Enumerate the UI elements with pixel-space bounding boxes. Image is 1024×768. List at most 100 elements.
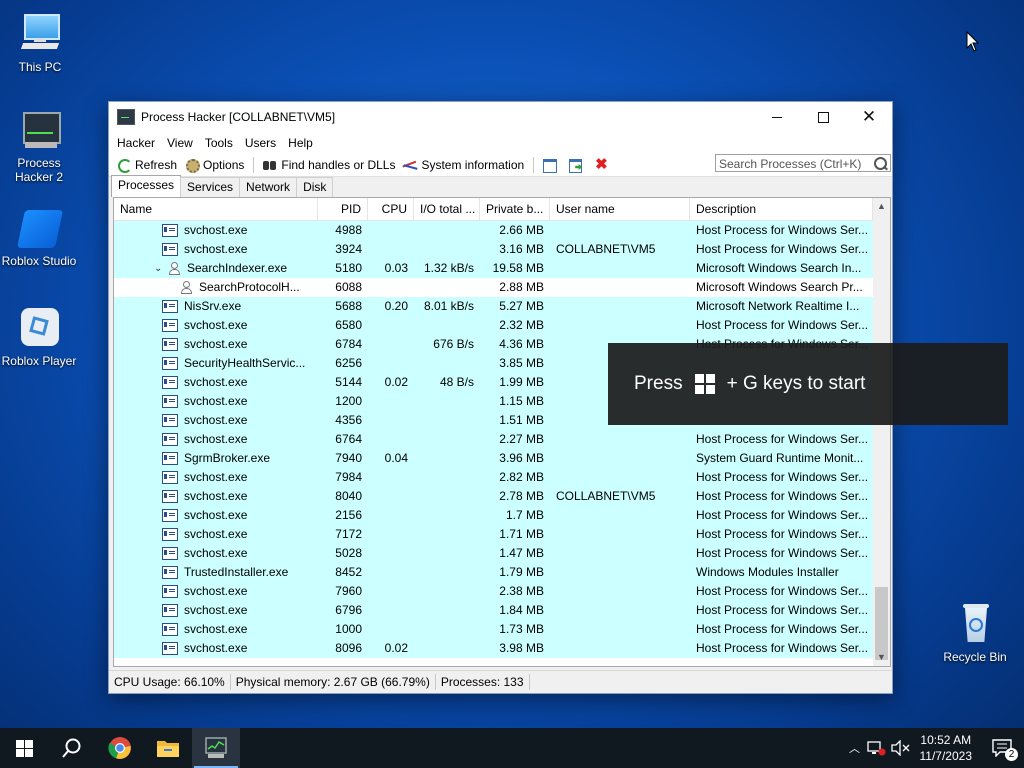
search-processes-input[interactable]: Search Processes (Ctrl+K) (715, 154, 891, 172)
column-description[interactable]: Description (690, 198, 873, 220)
process-row[interactable]: svchost.exe 6764 2.27 MB Host Process for W… (114, 430, 873, 449)
column-pid[interactable]: PID (318, 198, 368, 220)
process-user-name (550, 563, 690, 582)
column-user-name[interactable]: User name (550, 198, 690, 220)
find-handles-button[interactable]: Find handles or DLLs (259, 155, 399, 175)
process-icon (162, 604, 178, 617)
process-private-bytes: 2.88 MB (499, 280, 544, 294)
process-user-name (550, 468, 690, 487)
column-name[interactable]: Name (114, 198, 318, 220)
terminate-button[interactable]: ✖ (591, 155, 617, 175)
refresh-button[interactable]: Refresh (113, 155, 181, 175)
process-name-cell: SgrmBroker.exe (114, 449, 318, 468)
process-row[interactable]: NisSrv.exe 5688 0.20 8.01 kB/s 5.27 MB Micros… (114, 297, 873, 316)
process-cpu (368, 278, 414, 297)
process-pid: 7984 (335, 470, 362, 484)
volume-muted-icon[interactable] (890, 740, 912, 756)
process-row[interactable]: svchost.exe 6580 2.32 MB Host Process for W… (114, 316, 873, 335)
tab-services[interactable]: Services (180, 177, 241, 197)
process-cpu (368, 335, 414, 354)
process-icon (162, 509, 178, 522)
scroll-up-arrow-icon[interactable]: ▲ (873, 198, 890, 215)
process-row[interactable]: svchost.exe 4988 2.66 MB Host Process for W… (114, 221, 873, 240)
process-row[interactable]: svchost.exe 7960 2.38 MB Host Process for W… (114, 582, 873, 601)
close-button[interactable]: ✕ (846, 102, 892, 132)
column-io-total[interactable]: I/O total ... (414, 198, 480, 220)
process-row[interactable]: SearchProtocolH... 6088 2.88 MB Microsoft W… (114, 278, 873, 297)
process-row[interactable]: svchost.exe 7984 2.82 MB Host Process for W… (114, 468, 873, 487)
start-button[interactable] (0, 728, 48, 768)
system-information-button[interactable]: System information (399, 155, 528, 175)
process-name: svchost.exe (184, 584, 248, 598)
vertical-scrollbar[interactable]: ▲ ▼ (873, 198, 890, 666)
process-row[interactable]: svchost.exe 2156 1.7 MB Host Process for Wi… (114, 506, 873, 525)
process-io-total (414, 392, 480, 411)
process-row[interactable]: ⌄ SearchIndexer.exe 5180 0.03 1.32 kB/s 19.58… (114, 259, 873, 278)
tab-processes[interactable]: Processes (111, 175, 182, 197)
maximize-button[interactable] (800, 102, 846, 132)
process-row[interactable]: svchost.exe 8040 2.78 MB COLLABNET\VM5 Host … (114, 487, 873, 506)
taskbar-process-hacker[interactable] (192, 728, 240, 768)
desktop-icon-label: Roblox Studio (1, 254, 77, 268)
process-cpu (368, 354, 414, 373)
desktop-icon-roblox-player[interactable]: Roblox Player (0, 306, 79, 368)
network-icon[interactable] (866, 740, 886, 756)
title-bar[interactable]: Process Hacker [COLLABNET\VM5] ✕ (109, 102, 892, 132)
desktop-icon-label: This PC (18, 60, 62, 74)
clock[interactable]: 10:52 AM 11/7/2023 (912, 732, 981, 764)
scroll-down-arrow-icon[interactable]: ▼ (873, 649, 890, 666)
roblox-studio-icon (16, 206, 64, 250)
action-center-button[interactable]: 2 (980, 728, 1024, 768)
options-button[interactable]: Options (181, 155, 248, 175)
show-hidden-icons-chevron-icon[interactable]: ︿ (844, 740, 866, 756)
process-row[interactable]: TrustedInstaller.exe 8452 1.79 MB Windows M… (114, 563, 873, 582)
process-icon (162, 623, 178, 636)
process-row[interactable]: svchost.exe 5028 1.47 MB Host Process for W… (114, 544, 873, 563)
column-private-bytes[interactable]: Private b... (480, 198, 550, 220)
process-pid: 4988 (335, 223, 362, 237)
process-row[interactable]: svchost.exe 6796 1.84 MB Host Process for W… (114, 601, 873, 620)
menu-help[interactable]: Help (282, 136, 319, 150)
process-private-bytes: 5.27 MB (499, 299, 544, 313)
process-pid: 2156 (335, 508, 362, 522)
search-button[interactable] (48, 728, 96, 768)
window-go-button[interactable] (565, 155, 591, 175)
menu-users[interactable]: Users (239, 136, 282, 150)
window-view-button[interactable] (539, 155, 565, 175)
process-name: svchost.exe (184, 223, 248, 237)
process-row[interactable]: svchost.exe 8096 0.02 3.98 MB Host Process f… (114, 639, 873, 658)
desktop-icon-process-hacker[interactable]: Process Hacker 2 (0, 108, 79, 184)
process-user-name: COLLABNET\VM5 (556, 242, 656, 256)
expand-chevron-icon[interactable]: ⌄ (154, 259, 164, 278)
tab-network[interactable]: Network (239, 177, 298, 197)
menu-tools[interactable]: Tools (199, 136, 239, 150)
menu-hacker[interactable]: Hacker (111, 136, 161, 150)
windows-start-icon (15, 739, 33, 757)
desktop-icon-recycle-bin[interactable]: Recycle Bin (935, 602, 1015, 664)
process-row[interactable]: svchost.exe 1000 1.73 MB Host Process for W… (114, 620, 873, 639)
process-private-bytes: 1.47 MB (499, 546, 544, 560)
system-tray: ︿ 10:52 AM 11/7/2023 2 (844, 728, 1024, 768)
maximize-icon (817, 111, 829, 123)
process-pid: 6764 (335, 432, 362, 446)
process-cpu (368, 411, 414, 430)
process-name: svchost.exe (184, 489, 248, 503)
taskbar-file-explorer[interactable] (144, 728, 192, 768)
process-private-bytes: 1.7 MB (505, 508, 544, 522)
desktop-icon-this-pc[interactable]: This PC (0, 12, 80, 74)
process-name-cell: svchost.exe (114, 335, 318, 354)
process-name-cell: svchost.exe (114, 544, 318, 563)
minimize-button[interactable] (754, 102, 800, 132)
tab-disk[interactable]: Disk (296, 177, 334, 197)
process-name: svchost.exe (184, 641, 248, 655)
desktop-icon-roblox-studio[interactable]: Roblox Studio (0, 206, 79, 268)
column-cpu[interactable]: CPU (368, 198, 414, 220)
process-name: svchost.exe (184, 394, 248, 408)
process-cpu (368, 221, 414, 240)
process-row[interactable]: svchost.exe 3924 3.16 MB COLLABNET\VM5 Host … (114, 240, 873, 259)
menu-view[interactable]: View (161, 136, 199, 150)
process-pid: 4356 (335, 413, 362, 427)
process-row[interactable]: svchost.exe 7172 1.71 MB Host Process for W… (114, 525, 873, 544)
process-row[interactable]: SgrmBroker.exe 7940 0.04 3.96 MB System Guar… (114, 449, 873, 468)
taskbar-chrome[interactable] (96, 728, 144, 768)
